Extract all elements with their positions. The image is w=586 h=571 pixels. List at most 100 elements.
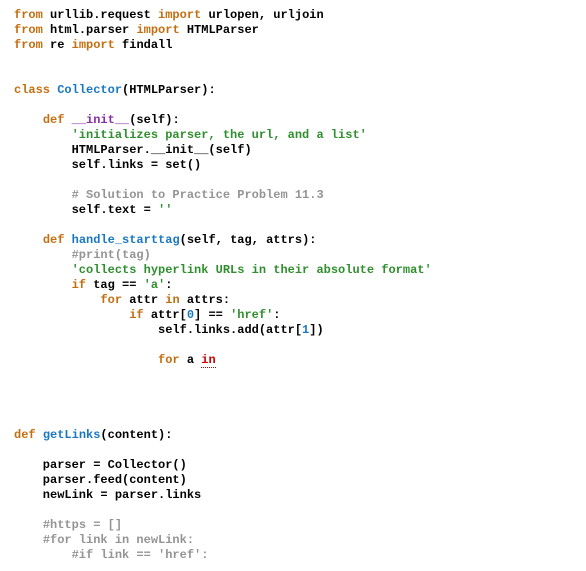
- text-token: [14, 308, 129, 322]
- code-line: HTMLParser.__init__(self): [14, 143, 572, 158]
- text-token: urllib.request: [43, 8, 158, 22]
- string-token: 'href': [230, 308, 273, 322]
- error-token: in: [201, 353, 215, 368]
- code-line: if attr[0] == 'href':: [14, 308, 572, 323]
- code-line: for a in: [14, 353, 572, 368]
- keyword-token: import: [158, 8, 201, 22]
- code-line: from html.parser import HTMLParser: [14, 23, 572, 38]
- keyword-token: class: [14, 83, 50, 97]
- text-token: HTMLParser: [180, 23, 259, 37]
- text-token: parser = Collector(): [14, 458, 187, 472]
- code-line: def __init__(self):: [14, 113, 572, 128]
- code-line: from urllib.request import urlopen, urlj…: [14, 8, 572, 23]
- text-token: self.text =: [14, 203, 158, 217]
- comment-token: #for link in newLink:: [43, 533, 194, 547]
- text-token: [14, 533, 43, 547]
- text-token: findall: [115, 38, 173, 52]
- string-token: '': [158, 203, 172, 217]
- number-token: 0: [187, 308, 194, 322]
- classname-token: Collector: [57, 83, 122, 97]
- code-line: 'initializes parser, the url, and a list…: [14, 128, 572, 143]
- code-line: parser.feed(content): [14, 473, 572, 488]
- text-token: [64, 233, 71, 247]
- code-editor[interactable]: from urllib.request import urlopen, urlj…: [0, 0, 586, 571]
- code-line: [14, 443, 572, 458]
- text-token: [14, 353, 158, 367]
- text-token: [14, 248, 72, 262]
- code-line: [14, 98, 572, 113]
- text-token: a: [180, 353, 202, 367]
- funcname-token: handle_starttag: [72, 233, 180, 247]
- string-token: 'collects hyperlink URLs in their absolu…: [72, 263, 432, 277]
- code-line: [14, 218, 572, 233]
- keyword-token: for: [158, 353, 180, 367]
- code-line: def handle_starttag(self, tag, attrs):: [14, 233, 572, 248]
- keyword-token: import: [136, 23, 179, 37]
- code-line: [14, 53, 572, 68]
- code-line: # Solution to Practice Problem 11.3: [14, 188, 572, 203]
- code-line: [14, 173, 572, 188]
- text-token: (HTMLParser):: [122, 83, 216, 97]
- code-line: [14, 398, 572, 413]
- code-line: from re import findall: [14, 38, 572, 53]
- string-token: 'a': [144, 278, 166, 292]
- code-line: def getLinks(content):: [14, 428, 572, 443]
- text-token: re: [43, 38, 72, 52]
- code-line: #for link in newLink:: [14, 533, 572, 548]
- text-token: [14, 548, 72, 562]
- text-token: (self, tag, attrs):: [180, 233, 317, 247]
- keyword-token: from: [14, 8, 43, 22]
- code-line: self.links.add(attr[1]): [14, 323, 572, 338]
- text-token: attrs:: [180, 293, 230, 307]
- keyword-token: for: [100, 293, 122, 307]
- text-token: [14, 188, 72, 202]
- text-token: self.links.add(attr[: [14, 323, 302, 337]
- code-line: [14, 68, 572, 83]
- code-line: self.text = '': [14, 203, 572, 218]
- text-token: html.parser: [43, 23, 137, 37]
- text-token: [14, 233, 43, 247]
- comment-token: # Solution to Practice Problem 11.3: [72, 188, 324, 202]
- text-token: (self):: [129, 113, 179, 127]
- code-line: newLink = parser.links: [14, 488, 572, 503]
- keyword-token: def: [43, 113, 65, 127]
- text-token: [14, 263, 72, 277]
- text-token: parser.feed(content): [14, 473, 187, 487]
- code-line: parser = Collector(): [14, 458, 572, 473]
- keyword-token: from: [14, 23, 43, 37]
- code-line: [14, 383, 572, 398]
- comment-token: #print(tag): [72, 248, 151, 262]
- code-line: class Collector(HTMLParser):: [14, 83, 572, 98]
- text-token: urlopen, urljoin: [201, 8, 323, 22]
- code-line: for attr in attrs:: [14, 293, 572, 308]
- code-line: 'collects hyperlink URLs in their absolu…: [14, 263, 572, 278]
- text-token: self.links = set(): [14, 158, 201, 172]
- text-token: [64, 113, 71, 127]
- dunder-token: __init__: [72, 113, 130, 127]
- code-line: [14, 503, 572, 518]
- keyword-token: def: [43, 233, 65, 247]
- text-token: [14, 128, 72, 142]
- code-line: #if link == 'href':: [14, 548, 572, 563]
- keyword-token: if: [129, 308, 143, 322]
- code-line: if tag == 'a':: [14, 278, 572, 293]
- text-token: attr[: [144, 308, 187, 322]
- text-token: [36, 428, 43, 442]
- code-line: [14, 368, 572, 383]
- text-token: ]): [309, 323, 323, 337]
- keyword-token: def: [14, 428, 36, 442]
- text-token: ] ==: [194, 308, 230, 322]
- funcname-token: getLinks: [43, 428, 101, 442]
- text-token: attr: [122, 293, 165, 307]
- keyword-token: if: [72, 278, 86, 292]
- text-token: [14, 113, 43, 127]
- text-token: HTMLParser.__init__(self): [14, 143, 252, 157]
- code-line: self.links = set(): [14, 158, 572, 173]
- keyword-token: from: [14, 38, 43, 52]
- comment-token: #https = []: [43, 518, 122, 532]
- text-token: [14, 518, 43, 532]
- code-line: [14, 338, 572, 353]
- text-token: [14, 278, 72, 292]
- text-token: tag ==: [86, 278, 144, 292]
- text-token: :: [165, 278, 172, 292]
